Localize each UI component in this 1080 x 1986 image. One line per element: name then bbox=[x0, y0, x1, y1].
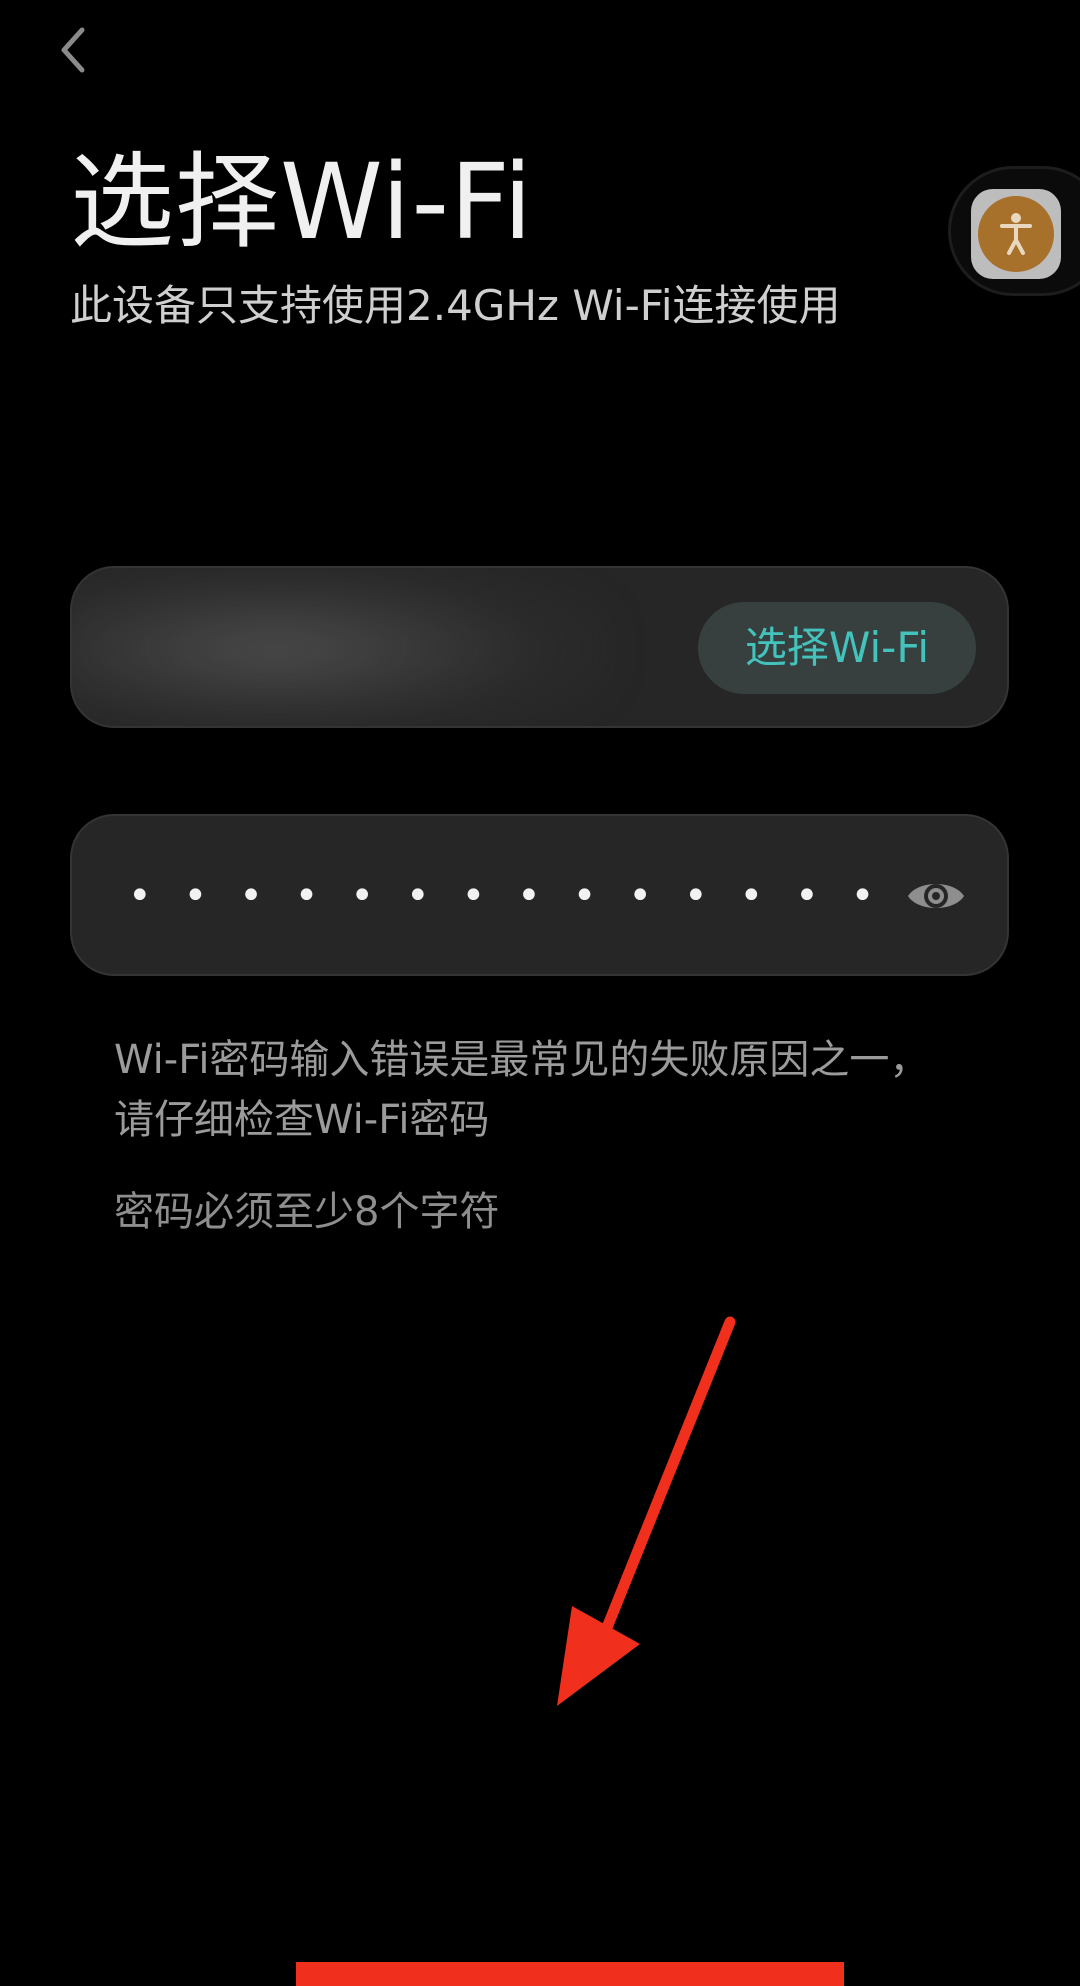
eye-icon bbox=[908, 884, 964, 908]
page-title: 选择Wi-Fi bbox=[70, 141, 534, 263]
bottom-red-highlight bbox=[296, 1962, 844, 1986]
password-error-hint: Wi-Fi密码输入错误是最常见的失败原因之一，请仔细检查Wi-Fi密码 bbox=[114, 1037, 930, 1143]
selected-network-name bbox=[112, 608, 542, 688]
red-arrow-down-left-icon bbox=[540, 1310, 760, 1720]
back-button[interactable] bbox=[48, 18, 104, 82]
floating-accessibility-button[interactable] bbox=[948, 166, 1080, 296]
password-min-length-hint: 密码必须至少8个字符 bbox=[114, 1189, 500, 1235]
accessibility-badge bbox=[971, 189, 1061, 279]
password-visibility-toggle[interactable] bbox=[904, 868, 968, 924]
chevron-left-icon bbox=[61, 27, 85, 73]
wifi-select-card[interactable]: 选择Wi-Fi bbox=[70, 566, 1009, 728]
accessibility-person-icon bbox=[978, 196, 1054, 272]
page-subtitle: 此设备只支持使用2.4GHz Wi-Fi连接使用 bbox=[70, 281, 841, 330]
password-field[interactable]: •••••••••••••• bbox=[70, 814, 1009, 976]
password-masked-value: •••••••••••••• bbox=[128, 873, 907, 919]
choose-wifi-button[interactable]: 选择Wi-Fi bbox=[698, 602, 976, 694]
